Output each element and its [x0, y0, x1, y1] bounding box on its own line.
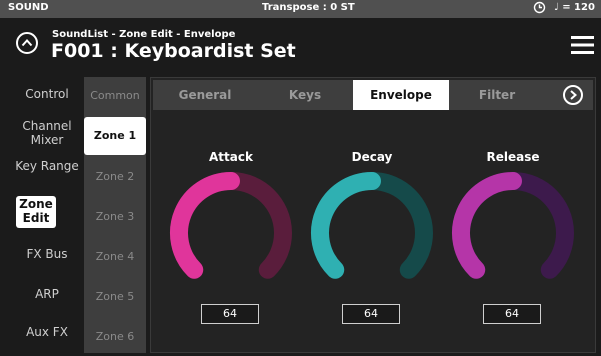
release-label: Release	[486, 150, 540, 164]
attack-label: Attack	[209, 150, 253, 164]
next-tab-button[interactable]	[563, 85, 583, 105]
zone-item-4[interactable]: Zone 4	[84, 250, 146, 263]
tab-bar: General Keys Envelope Filter	[153, 80, 593, 110]
decay-label: Decay	[351, 150, 393, 164]
tab-keys[interactable]: Keys	[257, 80, 353, 110]
zone-item-2[interactable]: Zone 2	[84, 170, 146, 183]
nav-item-aux-fx[interactable]: Aux FX	[14, 325, 80, 340]
status-bar: SOUND Transpose : 0 ST ♩ = 120	[0, 0, 601, 18]
zone-item-5[interactable]: Zone 5	[84, 290, 146, 303]
nav-item-key-range[interactable]: Key Range	[14, 159, 80, 174]
zone-item-1[interactable]: Zone 1	[84, 117, 146, 155]
title-bar: SoundList - Zone Edit - Envelope F001 : …	[0, 18, 601, 68]
release-value-field[interactable]: 64	[483, 304, 541, 324]
release-knob[interactable]	[448, 170, 578, 290]
envelope-panel: General Keys Envelope Filter Attack 64 D…	[150, 77, 596, 353]
page-title: F001 : Keyboardist Set	[51, 40, 296, 62]
attack-knob[interactable]	[166, 170, 296, 290]
zone-item-common[interactable]: Common	[84, 89, 146, 102]
nav-item-channel-mixer[interactable]: Channel Mixer	[12, 119, 82, 148]
hamburger-menu-icon	[571, 36, 594, 54]
transpose-readout: Transpose : 0 ST	[262, 2, 355, 13]
decay-value-field[interactable]: 64	[342, 304, 400, 324]
tab-envelope[interactable]: Envelope	[353, 80, 449, 110]
tab-filter[interactable]: Filter	[449, 80, 545, 110]
zone-item-3[interactable]: Zone 3	[84, 210, 146, 223]
clock-icon	[533, 1, 546, 17]
nav-item-zone-edit[interactable]: Zone Edit	[16, 196, 56, 228]
left-nav: Control Channel Mixer Key Range Zone Edi…	[0, 68, 84, 356]
nav-item-control[interactable]: Control	[14, 87, 80, 102]
tab-general[interactable]: General	[153, 80, 257, 110]
mode-label: SOUND	[8, 2, 49, 13]
nav-item-arp[interactable]: ARP	[14, 287, 80, 302]
decay-knob[interactable]	[307, 170, 437, 290]
zone-item-6[interactable]: Zone 6	[84, 330, 146, 343]
circle-chevron-right-icon	[570, 90, 578, 100]
menu-button[interactable]	[571, 34, 594, 56]
back-button[interactable]	[16, 32, 38, 54]
circle-chevron-up-icon	[21, 39, 33, 47]
breadcrumb: SoundList - Zone Edit - Envelope	[52, 29, 236, 40]
tempo-readout: ♩ = 120	[554, 2, 595, 13]
nav-item-fx-bus[interactable]: FX Bus	[14, 247, 80, 262]
zone-list: Common Zone 1 Zone 2 Zone 3 Zone 4 Zone …	[84, 77, 146, 353]
attack-value-field[interactable]: 64	[201, 304, 259, 324]
